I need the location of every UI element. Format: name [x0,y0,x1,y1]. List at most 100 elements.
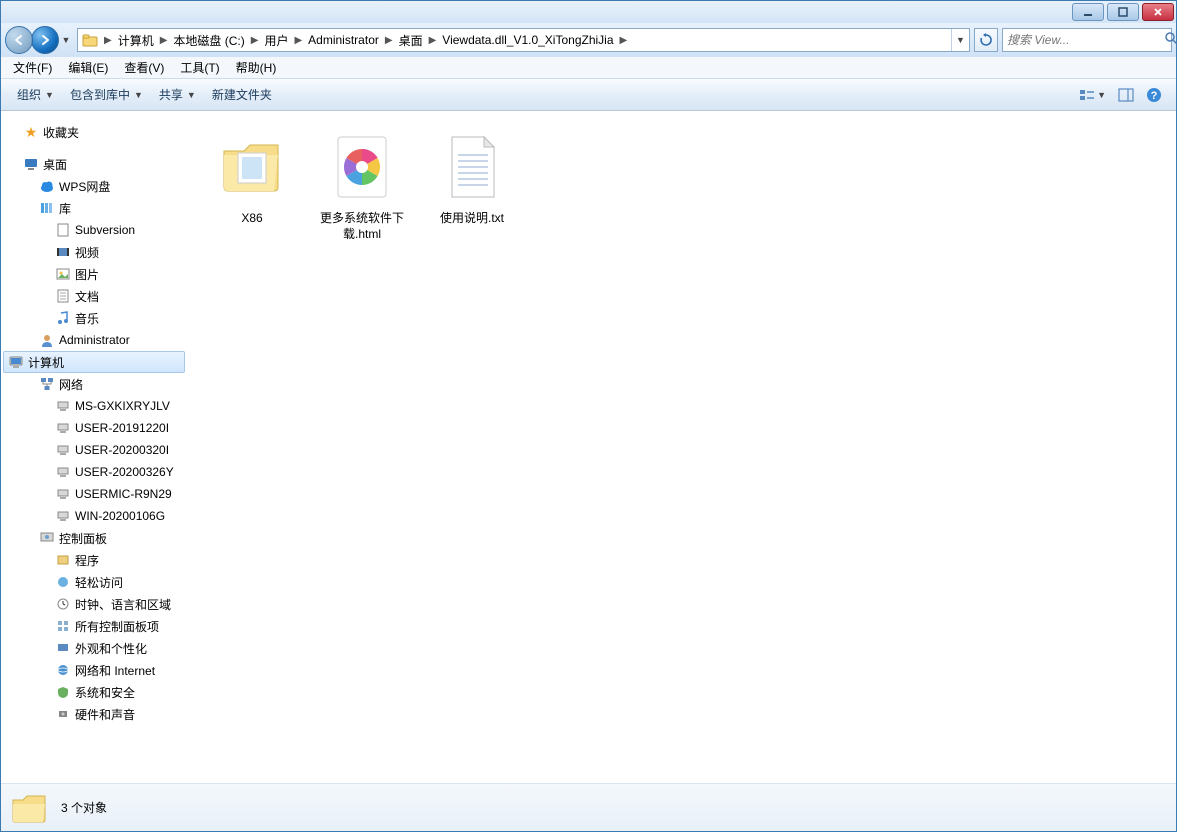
pc-icon [55,398,71,414]
tree-desktop[interactable]: 桌面 [1,153,187,175]
close-button[interactable] [1142,3,1174,21]
back-button[interactable] [5,26,33,54]
tree-net-item[interactable]: USER-20200326Y [1,461,187,483]
tree-net-item[interactable]: USER-20200320I [1,439,187,461]
tree-label: 收藏夹 [43,124,79,141]
tree-net-item[interactable]: USER-20191220I [1,417,187,439]
tree-cpl-item[interactable]: 网络和 Internet [1,659,187,681]
tree-label: USER-20191220I [75,421,169,435]
hardware-icon [55,706,71,722]
help-button[interactable]: ? [1140,84,1168,106]
breadcrumb-seg[interactable]: Administrator [304,29,383,51]
tree-admin[interactable]: Administrator [1,329,187,351]
picture-icon [55,266,71,282]
tree-label: 时钟、语言和区域 [75,596,171,613]
tree-label: USER-20200326Y [75,465,174,479]
tree-cpl-item[interactable]: 所有控制面板项 [1,615,187,637]
tree-favorites[interactable]: ★ 收藏夹 [1,121,187,143]
tree-cpl-item[interactable]: 轻松访问 [1,571,187,593]
minimize-button[interactable] [1072,3,1104,21]
menu-tools[interactable]: 工具(T) [172,57,227,78]
nav-history-dropdown[interactable]: ▼ [59,26,73,54]
organize-button[interactable]: 组织 ▼ [9,83,62,106]
tree-label: WPS网盘 [59,178,110,195]
tree-label: 轻松访问 [75,574,123,591]
menu-edit[interactable]: 编辑(E) [60,57,116,78]
tree-lib-item[interactable]: 视频 [1,241,187,263]
doc-icon [55,222,71,238]
tree-label: MS-GXKIXRYJLV [75,399,170,413]
tree-wps[interactable]: WPS网盘 [1,175,187,197]
tree-label: USER-20200320I [75,443,169,457]
share-button[interactable]: 共享 ▼ [151,83,204,106]
breadcrumb-chevron[interactable]: ▶ [292,29,304,51]
tree-lib-item[interactable]: 图片 [1,263,187,285]
navigation-row: ▼ ▶ 计算机 ▶ 本地磁盘 (C:) ▶ 用户 ▶ Administrator… [1,23,1176,57]
tree-cpl-item[interactable]: 系统和安全 [1,681,187,703]
tree-label: USERMIC-R9N29 [75,487,172,501]
tree-label: 图片 [75,266,99,283]
file-item-txt[interactable]: 使用说明.txt [417,121,527,248]
preview-pane-button[interactable] [1112,85,1140,105]
folder-icon [78,29,102,51]
breadcrumb-chevron[interactable]: ▶ [158,29,170,51]
breadcrumb-chevron[interactable]: ▶ [618,29,630,51]
menu-view[interactable]: 查看(V) [116,57,172,78]
forward-button[interactable] [31,26,59,54]
tree-network[interactable]: 网络 [1,373,187,395]
pc-icon [55,420,71,436]
maximize-button[interactable] [1107,3,1139,21]
menu-help[interactable]: 帮助(H) [228,57,285,78]
breadcrumb-seg[interactable]: 用户 [260,29,292,51]
breadcrumb-chevron[interactable]: ▶ [383,29,395,51]
refresh-button[interactable] [974,28,998,52]
tree-lib-item[interactable]: 音乐 [1,307,187,329]
tree-control-panel[interactable]: 控制面板 [1,527,187,549]
file-item-html[interactable]: 更多系统软件下载.html [307,121,417,248]
tree-cpl-item[interactable]: 硬件和声音 [1,703,187,725]
tree-cpl-item[interactable]: 时钟、语言和区域 [1,593,187,615]
search-input[interactable] [1007,33,1164,47]
menu-file[interactable]: 文件(F) [5,57,60,78]
status-bar: 3 个对象 [1,783,1176,831]
pc-icon [55,464,71,480]
search-icon[interactable] [1164,31,1177,50]
pc-icon [55,508,71,524]
tree-computer[interactable]: 计算机 [3,351,185,373]
search-box[interactable] [1002,28,1172,52]
tree-label: 外观和个性化 [75,640,147,657]
navigation-pane[interactable]: ★ 收藏夹 桌面 WPS网盘 库 Subversion 视频 图片 文档 音乐 … [1,111,187,783]
breadcrumb-chevron[interactable]: ▶ [102,29,114,51]
computer-icon [8,354,24,370]
tree-label: 音乐 [75,310,99,327]
breadcrumb-seg[interactable]: 计算机 [114,29,158,51]
address-dropdown[interactable]: ▼ [951,29,969,51]
tree-cpl-item[interactable]: 程序 [1,549,187,571]
tree-cpl-item[interactable]: 外观和个性化 [1,637,187,659]
breadcrumb-chevron[interactable]: ▶ [427,29,439,51]
include-in-library-button[interactable]: 包含到库中 ▼ [62,83,151,106]
tree-libraries[interactable]: 库 [1,197,187,219]
tree-label: Subversion [75,223,135,237]
tree-label: 网络 [59,376,83,393]
file-list[interactable]: X86 [191,111,1176,783]
tree-net-item[interactable]: MS-GXKIXRYJLV [1,395,187,417]
file-item-folder[interactable]: X86 [197,121,307,248]
breadcrumb-seg[interactable]: 本地磁盘 (C:) [169,29,248,51]
breadcrumb-seg[interactable]: Viewdata.dll_V1.0_XiTongZhiJia [438,29,617,51]
address-bar[interactable]: ▶ 计算机 ▶ 本地磁盘 (C:) ▶ 用户 ▶ Administrator ▶… [77,28,970,52]
tree-label: 系统和安全 [75,684,135,701]
tree-net-item[interactable]: USERMIC-R9N29 [1,483,187,505]
new-folder-button[interactable]: 新建文件夹 [204,83,280,106]
view-mode-button[interactable]: ▼ [1073,85,1112,105]
tree-lib-item[interactable]: Subversion [1,219,187,241]
tree-lib-item[interactable]: 文档 [1,285,187,307]
programs-icon [55,552,71,568]
star-icon: ★ [23,124,39,140]
breadcrumb-seg[interactable]: 桌面 [395,29,427,51]
net-internet-icon [55,662,71,678]
tree-net-item[interactable]: WIN-20200106G [1,505,187,527]
document-icon [55,288,71,304]
breadcrumb-chevron[interactable]: ▶ [249,29,261,51]
tree-label: 程序 [75,552,99,569]
